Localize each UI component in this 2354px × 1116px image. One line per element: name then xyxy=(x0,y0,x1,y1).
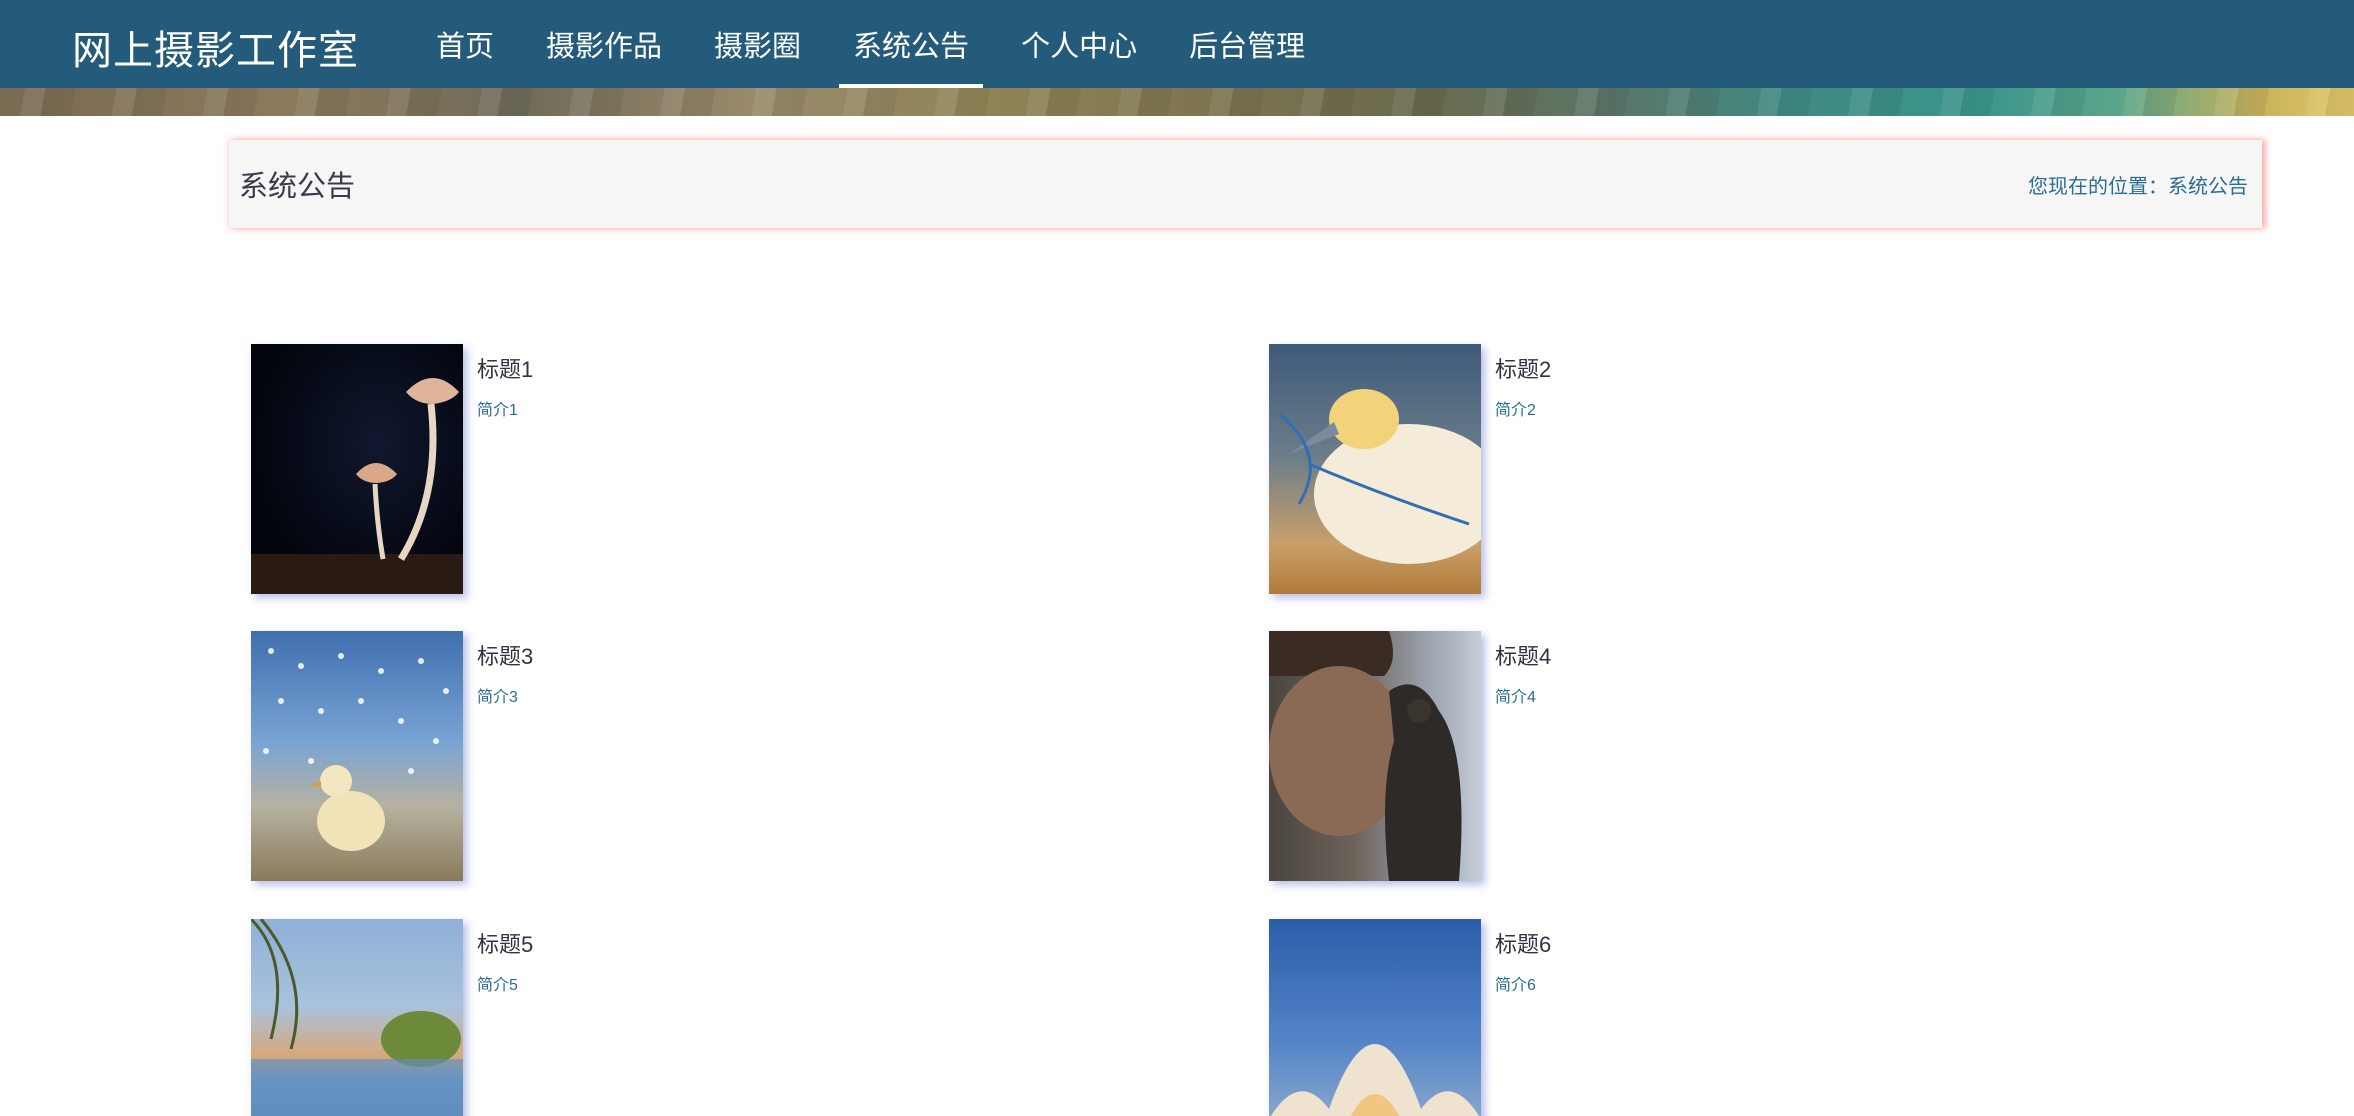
notice-title[interactable]: 标题4 xyxy=(1495,639,1551,671)
breadcrumb-bar: 系统公告 您现在的位置：系统公告 xyxy=(229,140,2262,228)
notice-title[interactable]: 标题5 xyxy=(477,927,533,959)
notice-thumbnail[interactable] xyxy=(1269,631,1481,881)
notice-title[interactable]: 标题3 xyxy=(477,639,533,671)
notice-thumbnail[interactable] xyxy=(251,919,463,1116)
nav-item-works[interactable]: 摄影作品 xyxy=(520,0,688,88)
breadcrumb-location[interactable]: 您现在的位置：系统公告 xyxy=(2028,170,2248,199)
nav-item-profile[interactable]: 个人中心 xyxy=(995,0,1163,88)
notice-card[interactable]: 标题4 简介4 xyxy=(1269,631,2169,881)
notice-card[interactable]: 标题5 简介5 xyxy=(251,919,1151,1116)
page-title: 系统公告 xyxy=(239,171,356,203)
nav-item-circle[interactable]: 摄影圈 xyxy=(688,0,827,88)
notice-card[interactable]: 标题1 简介1 xyxy=(251,344,1151,594)
notice-desc: 简介6 xyxy=(1495,977,1536,994)
notice-desc: 简介1 xyxy=(477,402,518,419)
notice-card[interactable]: 标题6 简介6 xyxy=(1269,919,2169,1116)
notice-title[interactable]: 标题1 xyxy=(477,352,533,384)
notice-card[interactable]: 标题2 简介2 xyxy=(1269,344,2169,594)
notice-thumbnail[interactable] xyxy=(251,631,463,881)
notice-thumbnail[interactable] xyxy=(1269,344,1481,594)
notice-desc: 简介3 xyxy=(477,689,518,706)
notice-desc: 简介5 xyxy=(477,977,518,994)
main-nav: 首页 摄影作品 摄影圈 系统公告 个人中心 后台管理 xyxy=(410,0,1331,88)
notice-card[interactable]: 标题3 简介3 xyxy=(251,631,1151,881)
notice-thumbnail[interactable] xyxy=(1269,919,1481,1116)
notice-desc: 简介4 xyxy=(1495,689,1536,706)
notice-title[interactable]: 标题2 xyxy=(1495,352,1551,384)
notice-desc: 简介2 xyxy=(1495,402,1536,419)
notice-title[interactable]: 标题6 xyxy=(1495,927,1551,959)
nav-item-admin[interactable]: 后台管理 xyxy=(1163,0,1331,88)
top-navbar: 网上摄影工作室 首页 摄影作品 摄影圈 系统公告 个人中心 后台管理 xyxy=(0,0,2354,88)
nav-item-notices[interactable]: 系统公告 xyxy=(827,0,995,88)
nav-item-home[interactable]: 首页 xyxy=(410,0,520,88)
notice-thumbnail[interactable] xyxy=(251,344,463,594)
site-title[interactable]: 网上摄影工作室 xyxy=(72,18,359,76)
